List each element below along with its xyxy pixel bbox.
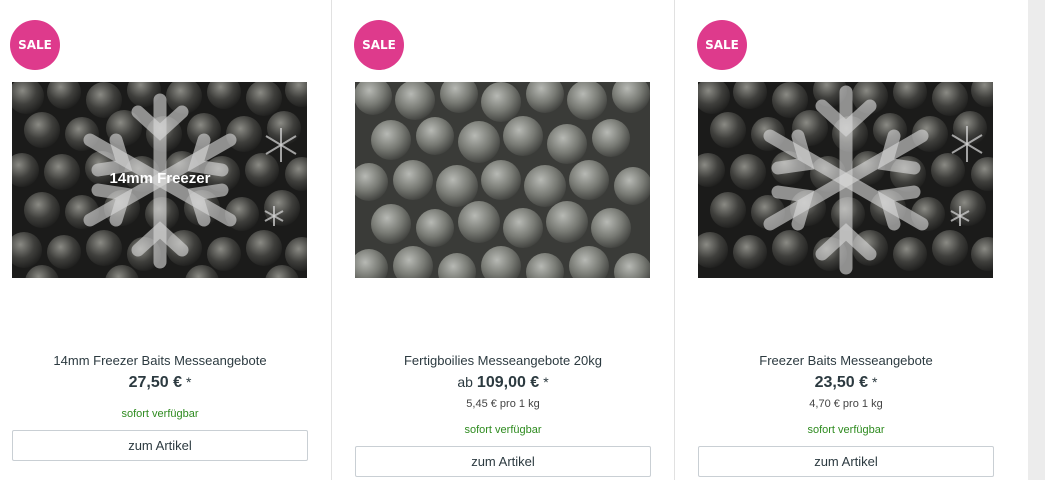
product-card[interactable]: SALE Fertigboilies Messeangebote 20kg ab…	[331, 0, 674, 480]
image-caption: 14mm Freezer	[110, 170, 211, 187]
price-amount: 23,50 €	[814, 374, 868, 391]
price-amount: 27,50 €	[128, 374, 182, 391]
price-prefix: ab	[457, 374, 473, 390]
unit-price: 4,70 € pro 1 kg	[809, 398, 883, 410]
boilies-dark-image: 14mm Freezer	[12, 82, 307, 278]
sale-badge: SALE	[354, 20, 404, 70]
unit-price: 5,45 € pro 1 kg	[466, 398, 540, 410]
scrollbar[interactable]	[1028, 0, 1045, 480]
sale-badge: SALE	[697, 20, 747, 70]
product-card[interactable]: SALE	[674, 0, 1017, 480]
product-image[interactable]	[698, 82, 993, 278]
price-amount: 109,00 €	[476, 374, 540, 391]
price-star: *	[543, 374, 549, 390]
product-title[interactable]: 14mm Freezer Baits Messeangebote	[12, 353, 308, 368]
price-line: 23,50 € *	[698, 374, 994, 392]
availability: sofort verfügbar	[464, 424, 542, 436]
sale-badge: SALE	[10, 20, 60, 70]
price-star: *	[871, 374, 878, 390]
boilies-light-image	[355, 82, 650, 278]
product-title[interactable]: Fertigboilies Messeangebote 20kg	[355, 353, 651, 368]
to-article-button[interactable]: zum Artikel	[355, 446, 651, 477]
availability: sofort verfügbar	[807, 424, 885, 436]
product-title[interactable]: Freezer Baits Messeangebote	[698, 353, 994, 368]
to-article-button[interactable]: zum Artikel	[12, 430, 308, 461]
price-star: *	[185, 374, 192, 390]
product-image[interactable]: 14mm Freezer	[12, 82, 307, 278]
price-line: 27,50 € *	[12, 374, 308, 392]
product-image[interactable]	[355, 82, 650, 278]
availability: sofort verfügbar	[121, 408, 199, 420]
to-article-button[interactable]: zum Artikel	[698, 446, 994, 477]
product-card[interactable]: SALE	[0, 0, 331, 480]
product-grid: SALE 14mm Freezer 14mm Freezer Baits Mes…	[0, 0, 1028, 480]
boilies-dark-image	[698, 82, 993, 278]
price-line: ab 109,00 € *	[355, 374, 651, 392]
